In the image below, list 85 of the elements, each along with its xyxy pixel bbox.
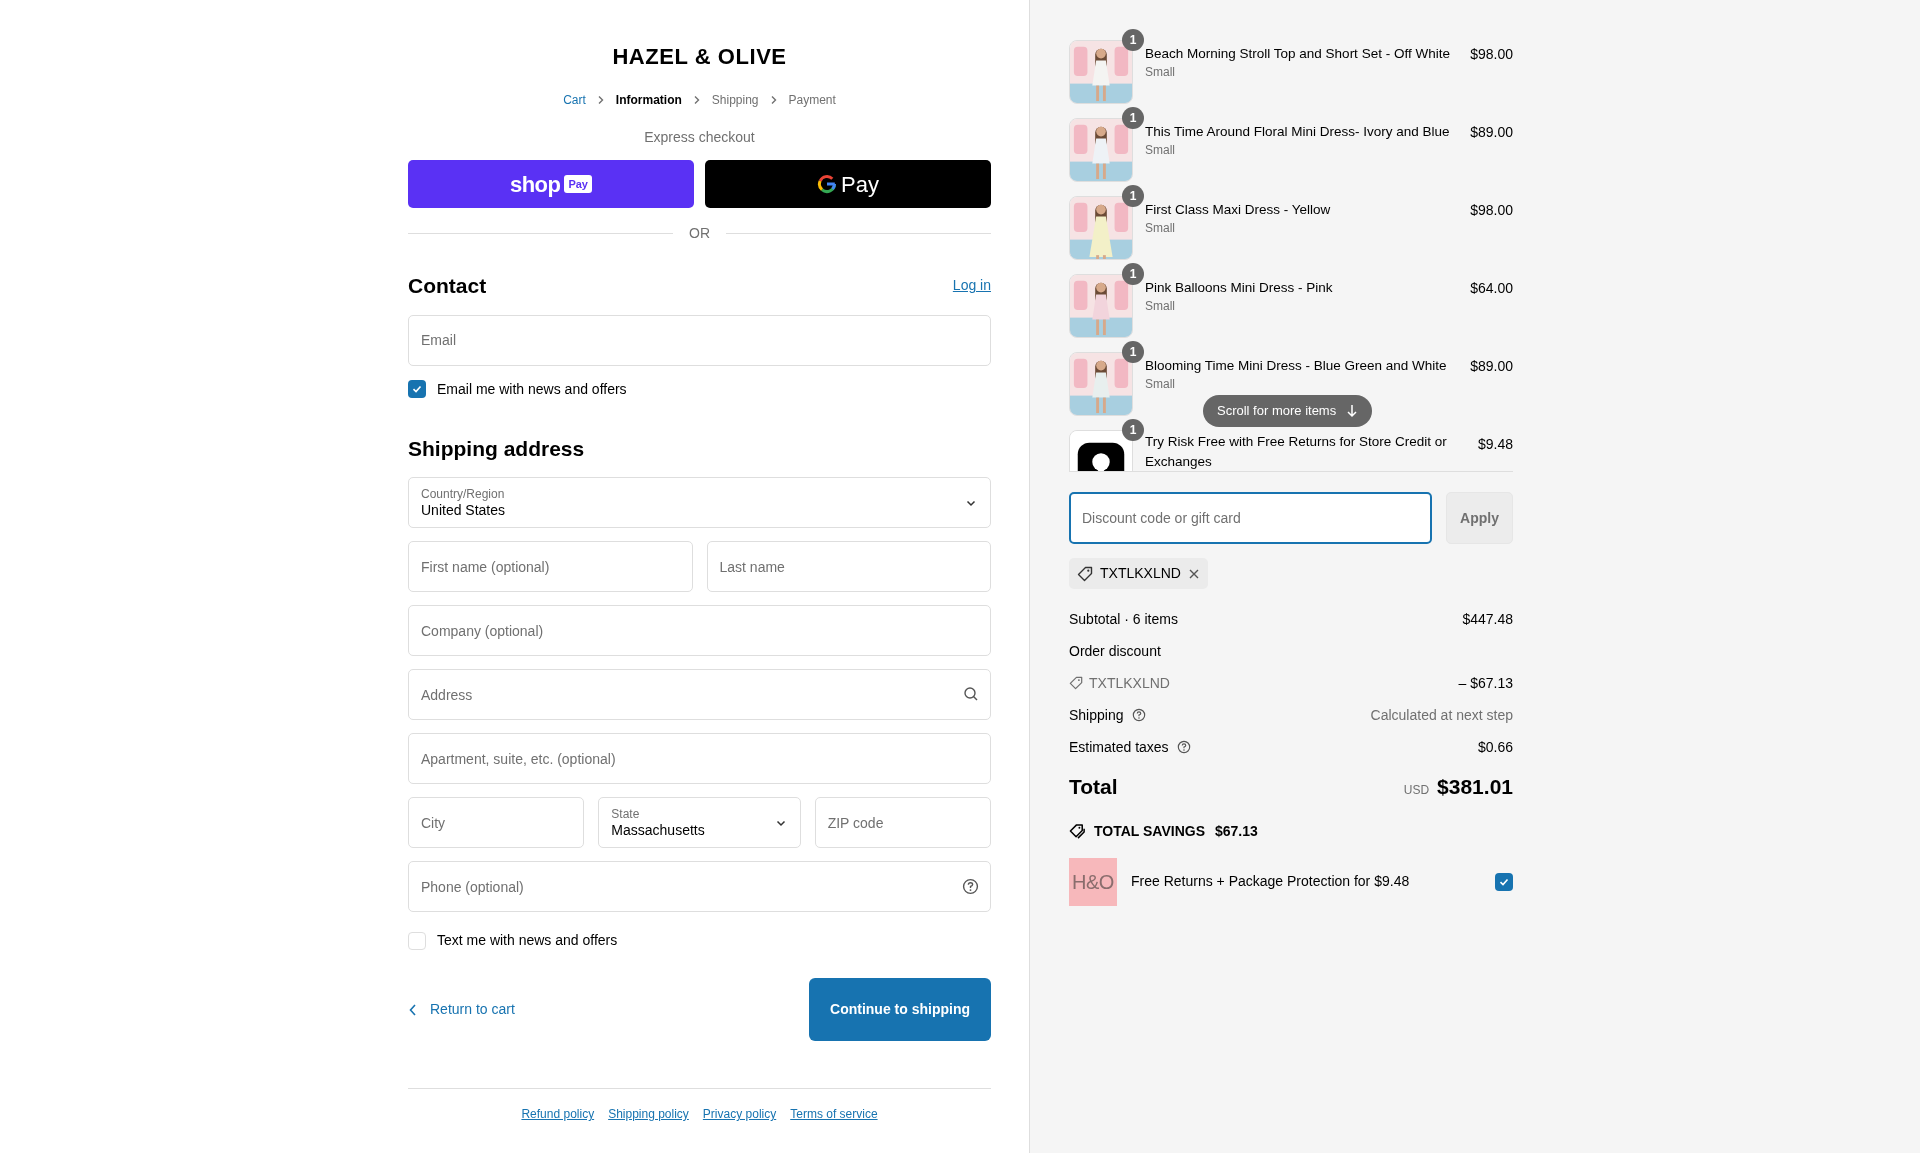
- item-variant: Small: [1145, 220, 1176, 236]
- login-link[interactable]: Log in: [952, 275, 991, 297]
- savings-label: TOTAL SAVINGS: [1094, 821, 1205, 841]
- summary-label: Estimated taxes: [1069, 737, 1169, 757]
- tag-icon: [1069, 676, 1083, 690]
- input-field[interactable]: Company (optional): [408, 605, 991, 656]
- select-field[interactable]: State Massachusetts: [598, 797, 801, 848]
- quantity-badge: 1: [1122, 341, 1144, 363]
- summary-label: Order discount: [1069, 641, 1161, 661]
- continue-button[interactable]: Continue to shipping: [809, 978, 991, 1041]
- search-icon: [963, 686, 979, 702]
- apply-button: Apply: [1446, 492, 1513, 544]
- policy-link[interactable]: Shipping policy: [608, 1105, 689, 1123]
- checkbox[interactable]: [408, 380, 426, 398]
- policy-link[interactable]: Refund policy: [521, 1105, 595, 1123]
- tags-icon: [1069, 822, 1086, 840]
- item-price: $9.48: [1477, 435, 1513, 454]
- policy-link[interactable]: Privacy policy: [702, 1105, 777, 1123]
- summary-value: $0.66: [1477, 737, 1513, 757]
- policy-link[interactable]: Terms of service: [790, 1105, 878, 1123]
- tag-icon: [1077, 565, 1093, 582]
- return-link[interactable]: Return to cart: [408, 999, 515, 1020]
- savings-amount: $67.13: [1215, 821, 1258, 841]
- item-variant: Small: [1145, 142, 1176, 158]
- input-field[interactable]: Apartment, suite, etc. (optional): [408, 733, 991, 784]
- checkbox-label: Text me with news and offers: [437, 931, 618, 950]
- scroll-hint[interactable]: Scroll for more items: [1203, 395, 1373, 427]
- quantity-badge: 1: [1122, 419, 1144, 441]
- section-heading: Contact: [408, 273, 487, 299]
- protection-label: Free Returns + Package Protection for $9.48: [1131, 872, 1411, 891]
- item-variant: Small: [1145, 64, 1176, 80]
- item-title: First Class Maxi Dress - Yellow: [1145, 201, 1332, 219]
- brand-logo: H&O: [1069, 857, 1117, 906]
- arrow-down-icon: [1346, 404, 1359, 418]
- item-variant: Small: [1145, 376, 1176, 392]
- input-field[interactable]: Email: [408, 314, 991, 366]
- item-price: $64.00: [1470, 279, 1513, 298]
- checkbox[interactable]: [408, 931, 426, 950]
- checkbox-label: Email me with news and offers: [437, 379, 627, 399]
- quantity-badge: 1: [1122, 263, 1144, 285]
- quantity-badge: 1: [1122, 185, 1144, 207]
- breadcrumb-link[interactable]: Cart: [563, 91, 586, 109]
- summary-value: Calculated at next step: [1370, 705, 1513, 725]
- input-field[interactable]: First name (optional): [408, 541, 693, 592]
- help-icon[interactable]: [962, 878, 979, 895]
- item-variant: Small: [1145, 298, 1176, 314]
- input-field[interactable]: ZIP code: [814, 797, 991, 848]
- item-title: Blooming Time Mini Dress - Blue Green and White: [1145, 357, 1448, 375]
- currency-label: USD: [1403, 782, 1430, 799]
- item-price: $89.00: [1470, 357, 1513, 376]
- item-price: $98.00: [1470, 201, 1513, 220]
- checkmark-icon: [411, 383, 423, 395]
- item-price: $89.00: [1470, 123, 1513, 142]
- item-price: $98.00: [1470, 45, 1513, 64]
- help-icon[interactable]: [1176, 740, 1191, 754]
- shop-pay-button[interactable]: shop Pay: [408, 160, 694, 208]
- close-icon[interactable]: [1187, 567, 1200, 580]
- discount-code: TXTLKXLND: [1089, 673, 1170, 693]
- summary-label: Subtotal · 6 items: [1069, 609, 1178, 629]
- section-heading: Shipping address: [408, 435, 586, 462]
- chevron-left-icon: [408, 1002, 418, 1017]
- help-icon[interactable]: [1131, 708, 1146, 722]
- input-field[interactable]: City: [408, 797, 585, 848]
- summary-label: Shipping: [1069, 705, 1124, 725]
- total-amount: $381.01: [1437, 774, 1513, 800]
- quantity-badge: 1: [1122, 107, 1144, 129]
- input-field[interactable]: Address: [408, 669, 991, 720]
- summary-value: $447.48: [1462, 609, 1513, 629]
- summary-value: – $67.13: [1458, 673, 1513, 693]
- checkbox[interactable]: [1495, 872, 1513, 891]
- google-pay-button[interactable]: Pay: [705, 160, 991, 208]
- item-title: Pink Balloons Mini Dress - Pink: [1145, 279, 1334, 297]
- quantity-badge: 1: [1122, 29, 1144, 51]
- input-field[interactable]: Last name: [706, 541, 991, 592]
- g-logo-icon: [817, 174, 838, 194]
- item-title: This Time Around Floral Mini Dress- Ivory and Blue: [1145, 123, 1451, 141]
- item-title: Try Risk Free with Free Returns for Store Credit or Exchanges: [1145, 433, 1448, 471]
- item-title: Beach Morning Stroll Top and Short Set - Off White: [1145, 45, 1451, 63]
- section-label: Express checkout: [643, 128, 756, 147]
- total-label: Total: [1069, 774, 1118, 800]
- divider-label: OR: [689, 224, 710, 243]
- input-field[interactable]: Phone (optional): [408, 861, 991, 912]
- store-logo[interactable]: HAZEL & OLIVE: [408, 40, 991, 73]
- discount-tag: TXTLKXLND: [1069, 558, 1208, 589]
- select-field[interactable]: Country/Region United States: [408, 477, 991, 528]
